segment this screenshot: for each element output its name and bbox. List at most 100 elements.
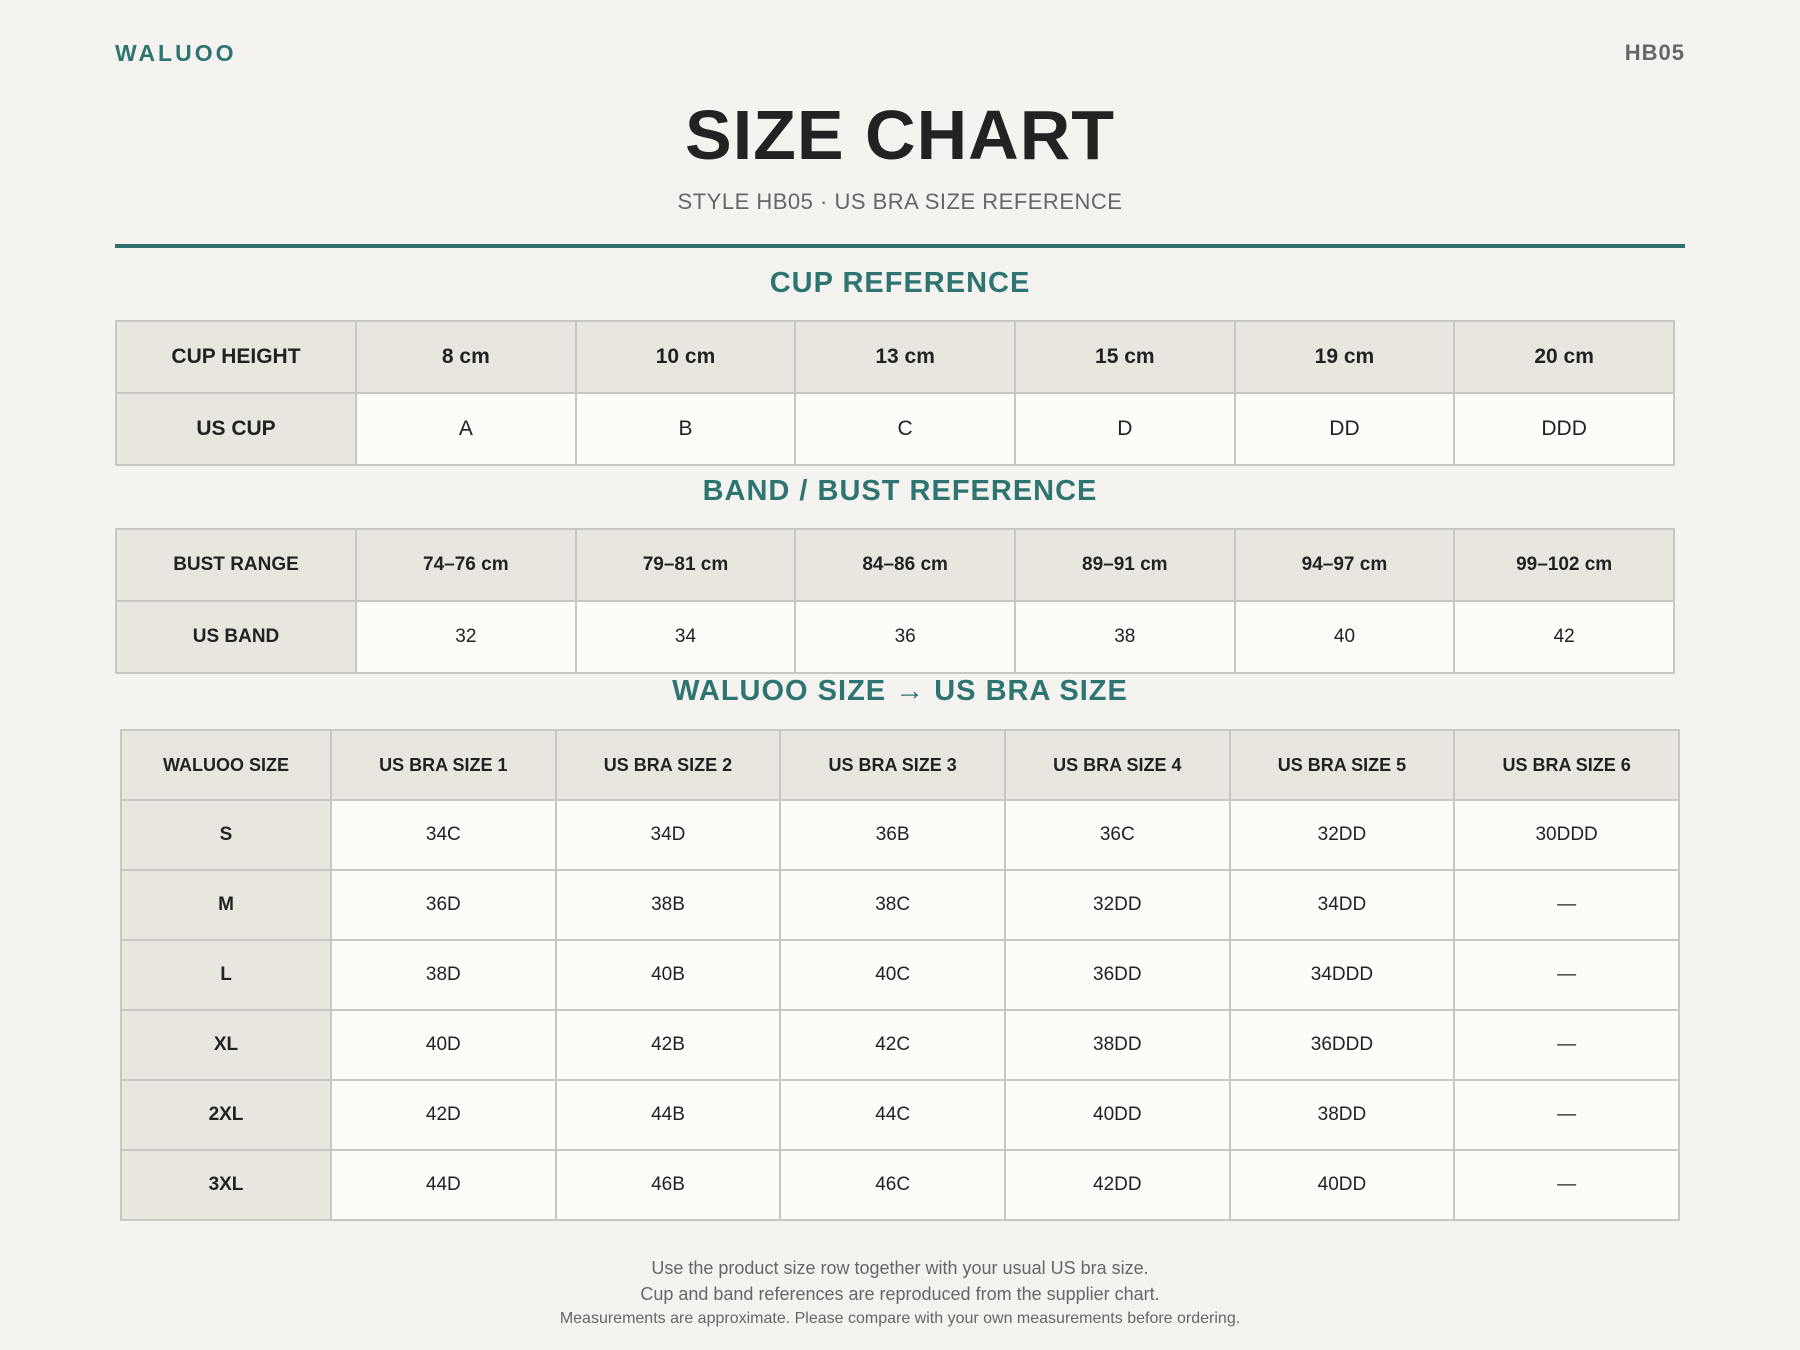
table-cell: DDD [1453, 392, 1675, 466]
table-cell: 8 cm [355, 320, 577, 394]
table-cell: 94–97 cm [1233, 528, 1456, 602]
table-cell: 34DD [1228, 869, 1456, 941]
table-cell: 19 cm [1233, 320, 1456, 394]
table-cell: 34D [554, 799, 782, 871]
table-cell: 32DD [1228, 799, 1456, 871]
table-cell: 46C [779, 1149, 1006, 1221]
table-cell: 36DD [1003, 939, 1231, 1011]
row-label-cup-height: CUP HEIGHT [115, 320, 357, 394]
header-divider [115, 244, 1685, 248]
table-row: US BAND 32 34 36 38 40 42 [115, 600, 1675, 674]
table-cell: 40DD [1003, 1079, 1231, 1151]
table-cell: — [1453, 1149, 1680, 1221]
table-header-row: WALUOO SIZE US BRA SIZE 1 US BRA SIZE 2 … [120, 729, 1680, 801]
table-cell: 38DD [1003, 1009, 1231, 1081]
table-cell: 34 [574, 600, 797, 674]
row-label-size: 2XL [120, 1079, 332, 1151]
table-cell: A [355, 392, 577, 466]
table-cell: 44B [554, 1079, 782, 1151]
table-cell: 44C [779, 1079, 1006, 1151]
band-reference-title: BAND / BUST REFERENCE [702, 475, 1098, 507]
table-row: L 38D 40B 40C 36DD 34DDD — [120, 939, 1680, 1011]
table-row: US CUP A B C D DD DDD [115, 392, 1675, 466]
table-cell: 40 [1233, 600, 1456, 674]
footer-disclaimer: Measurements are approximate. Please com… [559, 1310, 1241, 1327]
table-cell: 79–81 cm [574, 528, 797, 602]
table-cell: 30DDD [1453, 799, 1680, 871]
row-label-size: M [120, 869, 332, 941]
table-cell: 42D [330, 1079, 557, 1151]
table-cell: 10 cm [574, 320, 797, 394]
table-cell: 36D [330, 869, 557, 941]
table-cell: 40D [330, 1009, 557, 1081]
cup-reference-table: CUP HEIGHT 8 cm 10 cm 13 cm 15 cm 19 cm … [115, 320, 1675, 466]
row-label-size: 3XL [120, 1149, 332, 1221]
page-title: SIZE CHART [685, 96, 1115, 174]
table-cell: 38D [330, 939, 557, 1011]
table-cell: B [574, 392, 797, 466]
table-cell: 36C [1003, 799, 1231, 871]
table-row: BUST RANGE 74–76 cm 79–81 cm 84–86 cm 89… [115, 528, 1675, 602]
table-cell: 34C [330, 799, 557, 871]
table-cell: — [1453, 869, 1680, 941]
table-cell: 42DD [1003, 1149, 1231, 1221]
table-cell: 42B [554, 1009, 782, 1081]
column-header: US BRA SIZE 5 [1228, 729, 1456, 801]
table-row: M 36D 38B 38C 32DD 34DD — [120, 869, 1680, 941]
brand-logo: WALUOO [115, 40, 237, 66]
column-header: US BRA SIZE 3 [779, 729, 1006, 801]
column-header: US BRA SIZE 4 [1003, 729, 1231, 801]
table-cell: 46B [554, 1149, 782, 1221]
row-label-us-cup: US CUP [115, 392, 357, 466]
table-cell: DD [1233, 392, 1456, 466]
table-cell: 32DD [1003, 869, 1231, 941]
page-subtitle: STYLE HB05 · US BRA SIZE REFERENCE [677, 189, 1123, 214]
column-header: WALUOO SIZE [120, 729, 332, 801]
row-label-bust-range: BUST RANGE [115, 528, 357, 602]
table-cell: 40C [779, 939, 1006, 1011]
table-cell: 38B [554, 869, 782, 941]
table-cell: — [1453, 1079, 1680, 1151]
table-cell: 42C [779, 1009, 1006, 1081]
size-map-title: WALUOO SIZE → US BRA SIZE [672, 675, 1128, 707]
row-label-size: XL [120, 1009, 332, 1081]
table-cell: 38DD [1228, 1079, 1456, 1151]
footer-note: Cup and band references are reproduced f… [640, 1284, 1160, 1304]
table-cell: 34DDD [1228, 939, 1456, 1011]
table-cell: 40B [554, 939, 782, 1011]
table-cell: 15 cm [1013, 320, 1236, 394]
column-header: US BRA SIZE 1 [330, 729, 557, 801]
row-label-size: L [120, 939, 332, 1011]
table-cell: D [1013, 392, 1236, 466]
column-header: US BRA SIZE 6 [1453, 729, 1680, 801]
table-cell: 36DDD [1228, 1009, 1456, 1081]
table-row: CUP HEIGHT 8 cm 10 cm 13 cm 15 cm 19 cm … [115, 320, 1675, 394]
table-cell: 20 cm [1453, 320, 1675, 394]
table-cell: 89–91 cm [1013, 528, 1236, 602]
table-row: 3XL 44D 46B 46C 42DD 40DD — [120, 1149, 1680, 1221]
row-label-us-band: US BAND [115, 600, 357, 674]
band-reference-table: BUST RANGE 74–76 cm 79–81 cm 84–86 cm 89… [115, 528, 1675, 674]
table-cell: 36B [779, 799, 1006, 871]
table-row: S 34C 34D 36B 36C 32DD 30DDD [120, 799, 1680, 871]
cup-reference-title: CUP REFERENCE [769, 267, 1031, 299]
table-cell: 32 [355, 600, 577, 674]
table-cell: 36 [794, 600, 1016, 674]
table-cell: 74–76 cm [355, 528, 577, 602]
table-row: XL 40D 42B 42C 38DD 36DDD — [120, 1009, 1680, 1081]
table-cell: 38C [779, 869, 1006, 941]
footer-note: Use the product size row together with y… [651, 1258, 1149, 1278]
column-header: US BRA SIZE 2 [554, 729, 782, 801]
size-map-table: WALUOO SIZE US BRA SIZE 1 US BRA SIZE 2 … [120, 729, 1680, 1221]
table-cell: 42 [1453, 600, 1675, 674]
table-cell: C [794, 392, 1016, 466]
table-cell: 13 cm [794, 320, 1016, 394]
style-code: HB05 [1624, 40, 1685, 65]
table-row: 2XL 42D 44B 44C 40DD 38DD — [120, 1079, 1680, 1151]
row-label-size: S [120, 799, 332, 871]
table-cell: 84–86 cm [794, 528, 1016, 602]
table-cell: — [1453, 939, 1680, 1011]
table-cell: 38 [1013, 600, 1236, 674]
table-cell: 40DD [1228, 1149, 1456, 1221]
table-cell: — [1453, 1009, 1680, 1081]
